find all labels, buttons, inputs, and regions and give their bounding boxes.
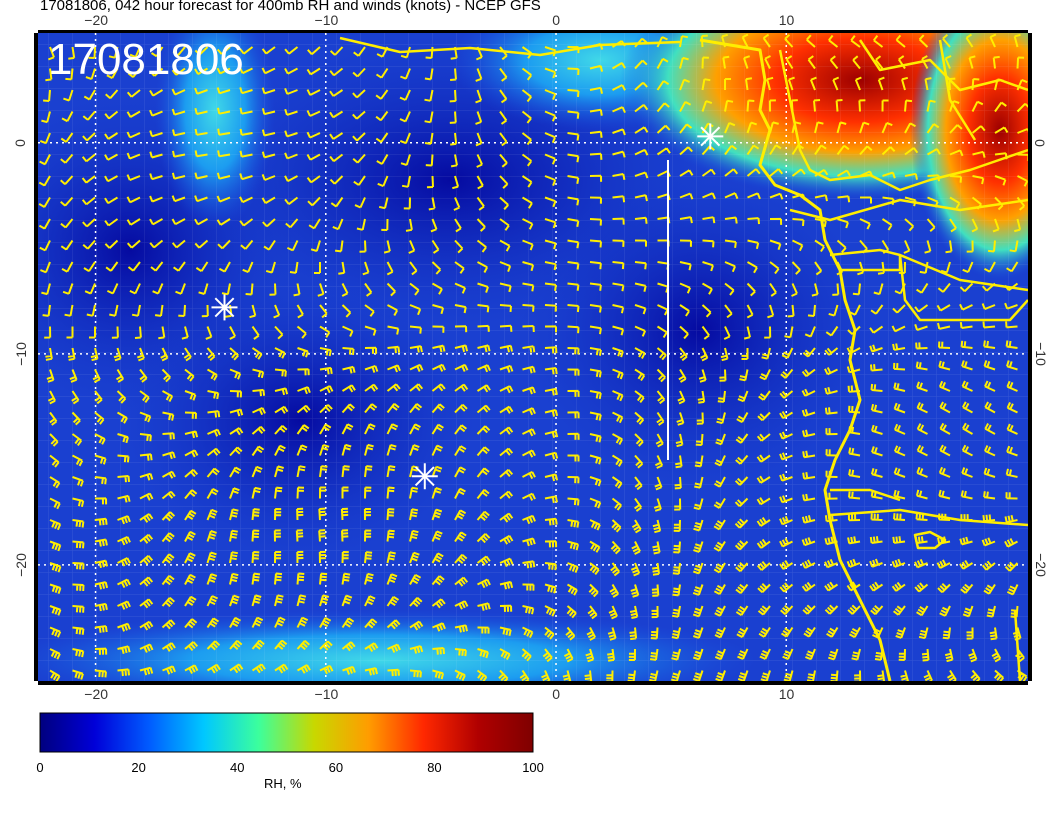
axis-tick-label: 60	[328, 760, 344, 775]
colorbar-label: RH, %	[264, 776, 302, 791]
map-canvas	[34, 30, 1032, 753]
axis-tick-label: 80	[427, 760, 442, 775]
marker-b-icon	[411, 463, 438, 490]
axis-tick-label: 0	[36, 760, 44, 775]
axis-tick-label: 100	[522, 760, 544, 775]
date-stamp: 17081806	[48, 35, 244, 84]
map-field	[38, 33, 1028, 681]
axis-tick-label: −10	[12, 341, 29, 366]
colorbar	[39, 712, 534, 753]
axis-tick-label: 0	[552, 686, 561, 702]
axis-tick-label: 10	[778, 12, 795, 28]
axis-tick-label: 0	[1032, 138, 1049, 147]
axis-tick-label: 10	[778, 686, 795, 702]
axis-tick-label: −10	[314, 12, 339, 28]
axis-tick-label: −10	[314, 686, 339, 702]
axis-tick-label: −20	[12, 553, 29, 577]
frame-left	[34, 33, 38, 681]
marker-c-icon	[697, 123, 724, 150]
axis-tick-label: 20	[131, 760, 146, 775]
frame-bottom	[38, 681, 1028, 685]
axis-tick-label: −10	[1032, 341, 1049, 366]
frame-right	[1028, 33, 1032, 681]
axis-tick-label: −20	[1032, 553, 1049, 577]
axis-tick-label: −20	[84, 12, 109, 28]
axis-tick-label: 0	[12, 138, 29, 147]
axis-tick-label: 0	[552, 12, 561, 28]
axis-tick-label: 40	[230, 760, 245, 775]
marker-a-icon	[211, 294, 238, 321]
axis-tick-label: −20	[84, 686, 109, 702]
